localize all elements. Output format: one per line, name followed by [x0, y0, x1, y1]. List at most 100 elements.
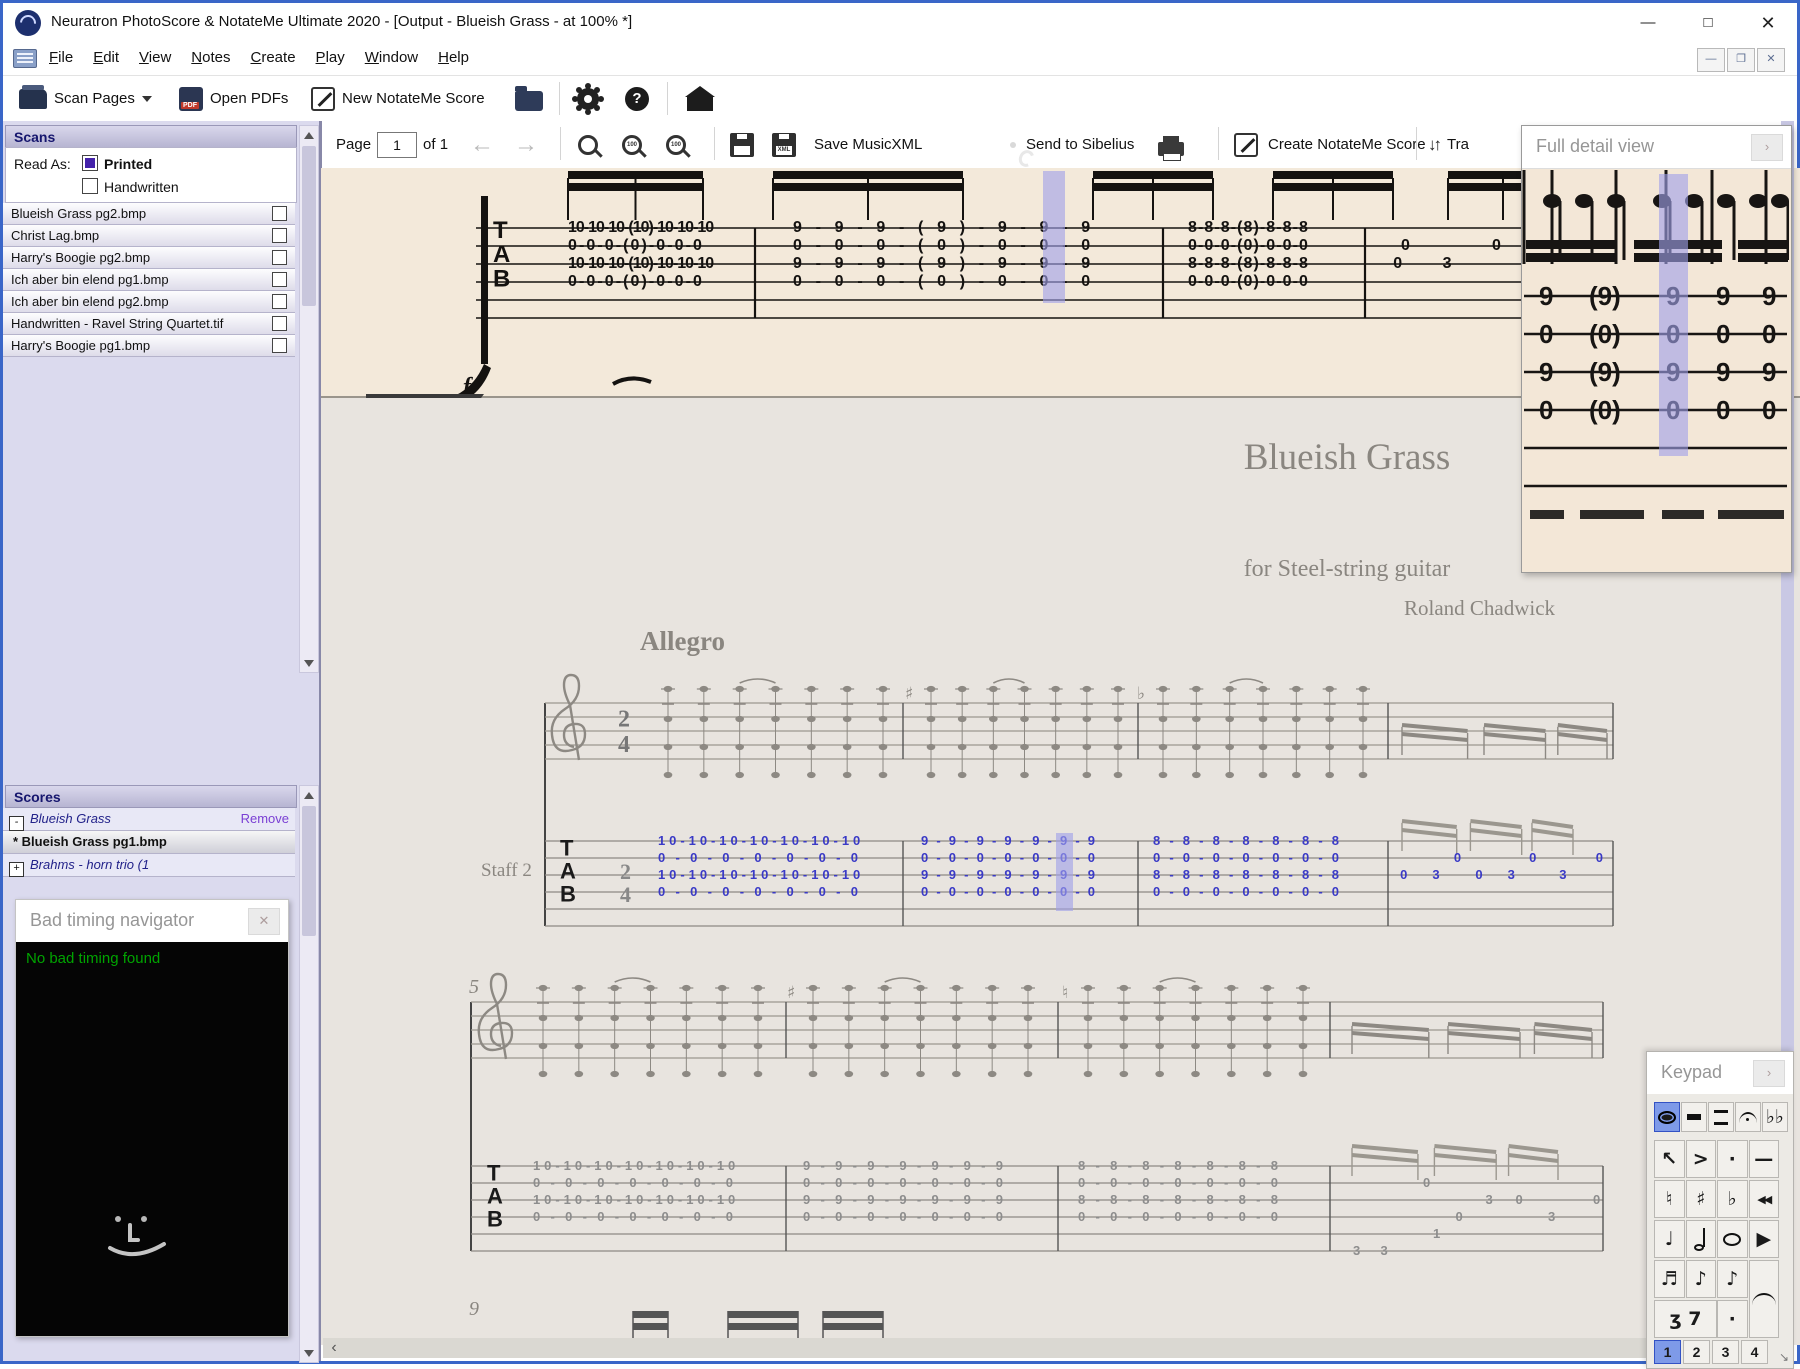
scan-file-checkbox[interactable]: [272, 294, 287, 309]
resize-grip-icon[interactable]: ↘: [1779, 1350, 1789, 1364]
keypad-natural-button[interactable]: ♮: [1654, 1180, 1685, 1218]
new-notateme-button[interactable]: New NotateMe Score: [311, 76, 485, 121]
open-pdfs-button[interactable]: Open PDFs: [179, 76, 288, 121]
keypad-rests-button[interactable]: ʒ 7: [1654, 1300, 1717, 1338]
scroll-up-arrow[interactable]: [300, 126, 318, 144]
keypad-accent-button[interactable]: >: [1685, 1140, 1716, 1178]
zoom-icon[interactable]: [578, 134, 598, 155]
scroll-up-arrow[interactable]: [300, 786, 318, 804]
keypad-half-note-button[interactable]: [1685, 1220, 1716, 1258]
collapse-icon[interactable]: ›: [1751, 134, 1783, 161]
scroll-thumb[interactable]: [302, 806, 316, 936]
collapse-expander-icon[interactable]: -: [9, 816, 24, 831]
scroll-thumb[interactable]: [302, 146, 316, 306]
menu-help[interactable]: Help: [428, 43, 479, 71]
chevron-down-icon[interactable]: [141, 95, 152, 102]
keypad-flat-button[interactable]: ♭: [1717, 1180, 1748, 1218]
mdi-close-button[interactable]: ✕: [1757, 48, 1785, 72]
help-button[interactable]: ?: [625, 76, 649, 121]
keypad-voice-3-button[interactable]: 3: [1712, 1340, 1739, 1364]
keypad-augmentation-dot-button[interactable]: ·: [1717, 1300, 1748, 1338]
score-row[interactable]: - Blueish Grass Remove: [3, 808, 295, 831]
scan-file-checkbox[interactable]: [272, 206, 287, 221]
save-musicxml-icon[interactable]: [772, 132, 796, 157]
page-number-input[interactable]: [377, 131, 418, 158]
scans-scrollbar[interactable]: [299, 125, 319, 673]
keypad-slur-button[interactable]: [1748, 1260, 1779, 1338]
scan-file-checkbox[interactable]: [272, 250, 287, 265]
zoom-out-icon[interactable]: 100: [666, 134, 686, 155]
collapse-icon[interactable]: ›: [1753, 1060, 1785, 1087]
mdi-restore-button[interactable]: ❐: [1727, 48, 1755, 72]
keypad-play-button[interactable]: ▶: [1748, 1220, 1779, 1258]
create-notateme-icon[interactable]: [1234, 132, 1258, 157]
keypad-double-bar-mode[interactable]: [1708, 1102, 1734, 1132]
mdi-minimize-button[interactable]: —: [1697, 48, 1725, 72]
save-icon[interactable]: [730, 132, 754, 157]
scan-file-row[interactable]: Ich aber bin elend pg2.bmp: [3, 291, 295, 313]
scan-file-row[interactable]: Harry's Boogie pg1.bmp: [3, 335, 295, 357]
scroll-down-arrow[interactable]: [300, 1344, 318, 1362]
scores-scrollbar[interactable]: [299, 785, 319, 1363]
keypad-double-flat-mode[interactable]: ♭♭: [1762, 1102, 1788, 1132]
menu-file[interactable]: File: [39, 43, 83, 71]
scan-file-row[interactable]: Christ Lag.bmp: [3, 225, 295, 247]
keypad-eighth-note-button[interactable]: ♪: [1685, 1260, 1716, 1298]
scan-file-row[interactable]: Handwritten - Ravel String Quartet.tif: [3, 313, 295, 335]
keypad-tenuto-button[interactable]: —: [1748, 1140, 1779, 1178]
scan-file-checkbox[interactable]: [272, 272, 287, 287]
keypad-eighth-note-alt-button[interactable]: ♪: [1717, 1260, 1748, 1298]
scan-file-row[interactable]: Blueish Grass pg2.bmp: [3, 203, 295, 225]
menu-play[interactable]: Play: [306, 43, 355, 71]
send-to-sibelius-button[interactable]: [1010, 141, 1016, 148]
keypad-breve-mode[interactable]: [1681, 1102, 1707, 1132]
transpose-label[interactable]: Tra: [1447, 136, 1469, 153]
save-musicxml-label[interactable]: Save MusicXML: [814, 136, 922, 153]
remove-link[interactable]: Remove: [241, 808, 289, 830]
scroll-left-arrow[interactable]: ‹: [325, 1338, 343, 1358]
score-row[interactable]: + Brahms - horn trio (1: [3, 854, 295, 877]
maximize-button[interactable]: □: [1689, 9, 1727, 37]
create-notateme-label[interactable]: Create NotateMe Score: [1268, 136, 1426, 153]
home-button[interactable]: [685, 76, 715, 121]
score-row[interactable]: * Blueish Grass pg1.bmp: [3, 831, 295, 854]
keypad-pointer-button[interactable]: ↖: [1654, 1140, 1685, 1178]
previous-page-button[interactable]: ←: [470, 131, 494, 159]
next-page-button[interactable]: →: [514, 131, 538, 159]
keypad-voice-4-button[interactable]: 4: [1741, 1340, 1768, 1364]
scan-file-row[interactable]: Harry's Boogie pg2.bmp: [3, 247, 295, 269]
send-to-sibelius-label[interactable]: Send to Sibelius: [1026, 136, 1134, 153]
menu-edit[interactable]: Edit: [83, 43, 129, 71]
keypad-voice-2-button[interactable]: 2: [1683, 1340, 1710, 1364]
open-folder-button[interactable]: [515, 76, 543, 121]
keypad-sixteenth-note-button[interactable]: ♬: [1654, 1260, 1685, 1298]
keypad-rewind-button[interactable]: ◀◀: [1748, 1180, 1779, 1218]
keypad-sharp-button[interactable]: ♯: [1685, 1180, 1716, 1218]
scan-pages-button[interactable]: Scan Pages: [19, 76, 152, 121]
scan-file-checkbox[interactable]: [272, 228, 287, 243]
close-button[interactable]: ✕: [1749, 9, 1787, 37]
printed-checkbox[interactable]: [82, 155, 98, 171]
keypad-fermata-mode[interactable]: [1735, 1102, 1761, 1132]
keypad-whole-note-button[interactable]: [1717, 1220, 1748, 1258]
scan-file-checkbox[interactable]: [272, 338, 287, 353]
print-icon[interactable]: [1158, 135, 1185, 161]
menu-view[interactable]: View: [129, 43, 181, 71]
horizontal-scrollbar[interactable]: ‹: [323, 1338, 1783, 1358]
keypad-staccato-button[interactable]: ·: [1717, 1140, 1748, 1178]
transpose-icon[interactable]: ↓↑: [1428, 135, 1442, 155]
minimize-button[interactable]: —: [1629, 9, 1667, 37]
scan-file-row[interactable]: Ich aber bin elend pg1.bmp: [3, 269, 295, 291]
scan-file-checkbox[interactable]: [272, 316, 287, 331]
close-icon[interactable]: ✕: [248, 908, 280, 935]
expand-expander-icon[interactable]: +: [9, 862, 24, 877]
scroll-down-arrow[interactable]: [300, 654, 318, 672]
keypad-voice-1-button[interactable]: 1: [1654, 1340, 1681, 1364]
menu-create[interactable]: Create: [241, 43, 306, 71]
zoom-in-icon[interactable]: 100: [622, 134, 642, 155]
menu-notes[interactable]: Notes: [181, 43, 240, 71]
settings-button[interactable]: [577, 76, 599, 121]
keypad-quarter-note-button[interactable]: ♩: [1654, 1220, 1685, 1258]
keypad-whole-note-mode[interactable]: [1654, 1102, 1680, 1132]
handwritten-checkbox[interactable]: [82, 178, 98, 194]
